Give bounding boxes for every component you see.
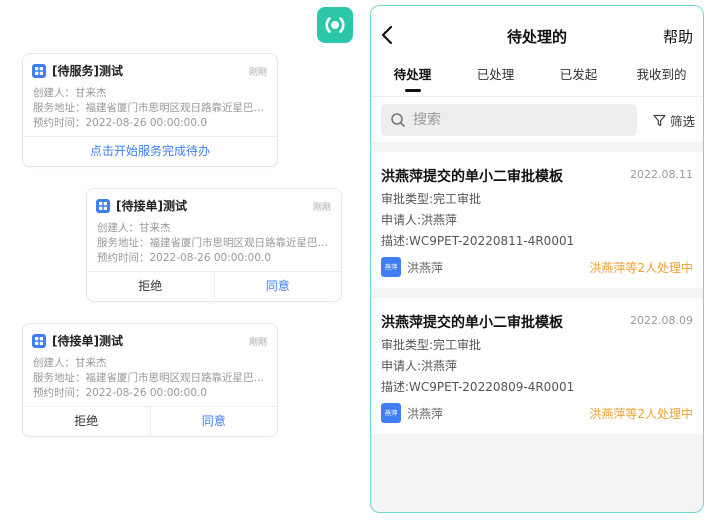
search-icon	[391, 113, 405, 127]
item-date: 2022.08.09	[630, 314, 693, 327]
filter-button[interactable]: 筛选	[653, 111, 695, 129]
card-title: [待接单]测试	[116, 199, 187, 213]
nav-bar: 待处理的 帮助	[371, 6, 703, 62]
agree-button[interactable]: 同意	[151, 407, 278, 436]
filter-label: 筛选	[669, 113, 695, 129]
card-time: 刚刚	[312, 203, 331, 213]
status-badge: 洪燕萍等2人处理中	[589, 407, 693, 421]
avatar: 燕萍	[381, 403, 401, 423]
grid-app-icon	[32, 64, 46, 78]
card-creator: 创建人：甘来杰	[33, 87, 107, 99]
tab-pending[interactable]: 待处理	[371, 62, 454, 96]
start-service-button[interactable]: 点击开始服务完成待办	[23, 137, 277, 166]
help-button[interactable]: 帮助	[663, 26, 693, 47]
page-title: 待处理的	[506, 28, 567, 46]
card-address: 服务地址：福建省厦门市思明区观日路靠近星巴克...	[33, 372, 267, 384]
reject-button[interactable]: 拒绝	[87, 272, 215, 301]
task-card-service[interactable]: [待服务]测试 刚刚 创建人：甘来杰 服务地址：福建省厦门市思明区观日路靠近星巴…	[22, 53, 278, 167]
item-title: 洪燕萍提交的单小二审批模板	[381, 169, 563, 185]
card-creator: 创建人：甘来杰	[97, 222, 171, 234]
tab-bar: 待处理 已处理 已发起 我收到的	[371, 62, 703, 96]
item-approval-type: 审批类型:完工审批	[381, 192, 482, 206]
card-appointment: 预约时间：2022-08-26 00:00:00.0	[33, 387, 208, 399]
item-date: 2022.08.11	[630, 168, 693, 181]
card-creator: 创建人：甘来杰	[33, 357, 107, 369]
avatar: 燕萍	[381, 257, 401, 277]
task-card-pending-order[interactable]: [待接单]测试 刚刚 创建人：甘来杰 服务地址：福建省厦门市思明区观日路靠近星巴…	[86, 188, 342, 302]
card-time: 刚刚	[248, 338, 267, 348]
app-logo-icon	[317, 7, 353, 43]
card-title: [待服务]测试	[52, 64, 123, 78]
grid-app-icon	[32, 334, 46, 348]
tab-initiated[interactable]: 已发起	[537, 62, 620, 96]
search-input[interactable]	[413, 108, 623, 132]
item-person: 洪燕萍	[407, 407, 444, 421]
funnel-icon	[653, 114, 666, 126]
agree-button[interactable]: 同意	[215, 272, 342, 301]
search-box[interactable]	[381, 104, 637, 136]
card-title: [待接单]测试	[52, 334, 123, 348]
status-badge: 洪燕萍等2人处理中	[589, 261, 693, 275]
card-address: 服务地址：福建省厦门市思明区观日路靠近星巴克...	[97, 237, 331, 249]
task-card-pending-order[interactable]: [待接单]测试 刚刚 创建人：甘来杰 服务地址：福建省厦门市思明区观日路靠近星巴…	[22, 323, 278, 437]
reject-button[interactable]: 拒绝	[23, 407, 151, 436]
item-applicant: 申请人:洪燕萍	[381, 213, 458, 227]
item-title: 洪燕萍提交的单小二审批模板	[381, 315, 563, 331]
approval-list-item[interactable]: 洪燕萍提交的单小二审批模板 2022.08.09 审批类型:完工审批 申请人:洪…	[371, 298, 703, 434]
approval-list-item[interactable]: 洪燕萍提交的单小二审批模板 2022.08.11 审批类型:完工审批 申请人:洪…	[371, 152, 703, 288]
search-filter-bar: 筛选	[371, 96, 703, 142]
phone-screen: 待处理的 帮助 待处理 已处理 已发起 我收到的 筛选 洪燕萍提交的单小二审批模…	[370, 5, 704, 513]
card-address: 服务地址：福建省厦门市思明区观日路靠近星巴克...	[33, 102, 267, 114]
card-appointment: 预约时间：2022-08-26 00:00:00.0	[97, 252, 272, 264]
card-appointment: 预约时间：2022-08-26 00:00:00.0	[33, 117, 208, 129]
item-person: 洪燕萍	[407, 261, 444, 275]
tab-processed[interactable]: 已处理	[454, 62, 537, 96]
item-applicant: 申请人:洪燕萍	[381, 359, 458, 373]
grid-app-icon	[96, 199, 110, 213]
tab-received[interactable]: 我收到的	[620, 62, 703, 96]
item-description: 描述:WC9PET-20220811-4R0001	[381, 234, 575, 248]
item-description: 描述:WC9PET-20220809-4R0001	[381, 380, 575, 394]
card-time: 刚刚	[248, 68, 267, 78]
item-approval-type: 审批类型:完工审批	[381, 338, 482, 352]
